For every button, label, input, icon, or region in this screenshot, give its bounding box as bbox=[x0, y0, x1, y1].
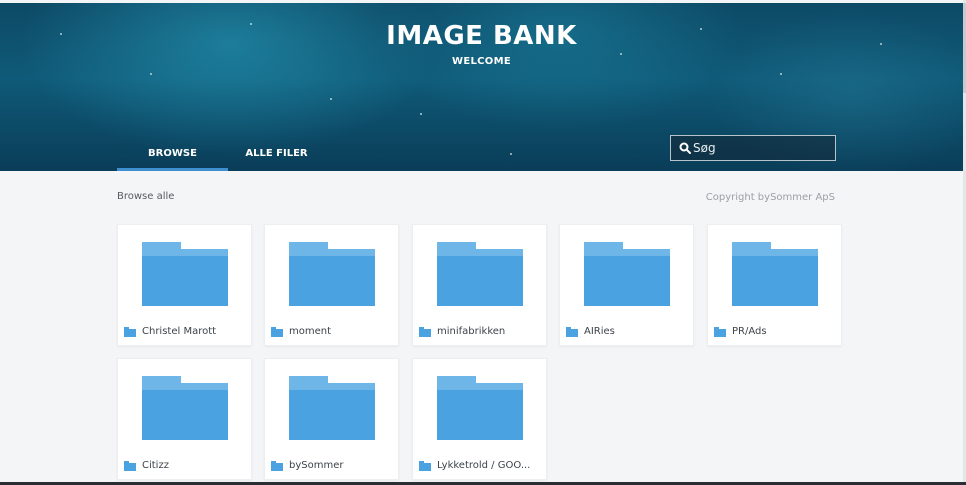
folder-icon bbox=[584, 242, 670, 306]
copyright-text: Copyright bySommer ApS bbox=[705, 192, 835, 203]
folder-icon bbox=[142, 376, 228, 440]
folder-name: bySommer bbox=[289, 460, 344, 471]
folder-icon bbox=[437, 376, 523, 440]
tab-alle-filer[interactable]: ALLE FILER bbox=[231, 148, 322, 171]
folder-card[interactable]: Citizz bbox=[117, 358, 252, 480]
header-banner: IMAGE BANK WELCOME BROWSE ALLE FILER bbox=[0, 3, 963, 171]
folder-name: Christel Marott bbox=[142, 326, 217, 337]
folder-small-icon bbox=[271, 460, 283, 471]
browse-all-label: Browse alle bbox=[117, 191, 175, 202]
folder-small-icon bbox=[419, 460, 431, 471]
tab-browse[interactable]: BROWSE bbox=[117, 148, 228, 171]
page-title: IMAGE BANK bbox=[386, 21, 577, 51]
folder-card[interactable]: AIRies bbox=[559, 224, 694, 346]
folder-small-icon bbox=[714, 326, 726, 337]
folder-small-icon bbox=[124, 326, 136, 337]
folder-card[interactable]: Lykketrold / GOO... bbox=[412, 358, 547, 480]
folder-name: moment bbox=[289, 326, 332, 337]
folder-small-icon bbox=[566, 326, 578, 337]
page-subtitle: WELCOME bbox=[452, 56, 511, 67]
folder-card[interactable]: bySommer bbox=[264, 358, 399, 480]
folder-card[interactable]: moment bbox=[264, 224, 399, 346]
folder-card[interactable]: Christel Marott bbox=[117, 224, 252, 346]
folder-small-icon bbox=[271, 326, 283, 337]
folder-card[interactable]: minifabrikken bbox=[412, 224, 547, 346]
folder-small-icon bbox=[419, 326, 431, 337]
folder-icon bbox=[289, 242, 375, 306]
folder-icon bbox=[142, 242, 228, 306]
folder-card[interactable]: PR/Ads bbox=[707, 224, 842, 346]
folder-name: Lykketrold / GOO... bbox=[437, 460, 531, 471]
folder-name: Citizz bbox=[142, 460, 169, 471]
folder-name: AIRies bbox=[584, 326, 615, 337]
folder-icon bbox=[732, 242, 818, 306]
folder-name: minifabrikken bbox=[437, 326, 506, 337]
folder-icon bbox=[289, 376, 375, 440]
folder-icon bbox=[437, 242, 523, 306]
folder-small-icon bbox=[124, 460, 136, 471]
search-input[interactable] bbox=[693, 141, 843, 155]
search-icon bbox=[679, 138, 691, 158]
folder-name: PR/Ads bbox=[732, 326, 767, 337]
search-box bbox=[670, 135, 843, 161]
